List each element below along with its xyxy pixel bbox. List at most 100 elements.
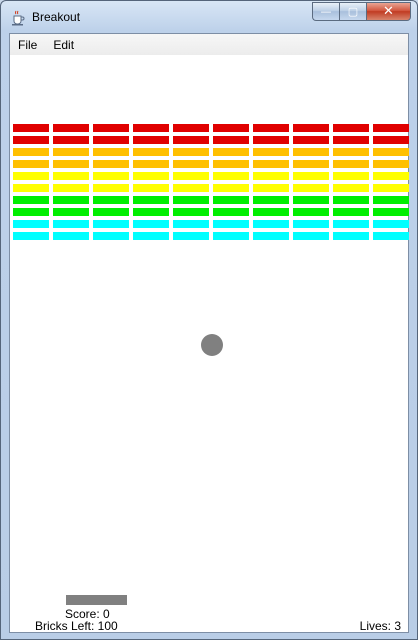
brick [333, 220, 369, 228]
minimize-button[interactable]: — [312, 2, 339, 21]
brick [93, 172, 129, 180]
brick [213, 172, 249, 180]
brick [133, 136, 169, 144]
brick [53, 136, 89, 144]
brick [213, 124, 249, 132]
brick [53, 172, 89, 180]
close-icon: ✕ [383, 4, 394, 19]
brick [293, 184, 329, 192]
brick [53, 148, 89, 156]
maximize-icon: ▢ [347, 5, 359, 18]
brick [253, 208, 289, 216]
brick [93, 220, 129, 228]
brick [93, 124, 129, 132]
brick [13, 148, 49, 156]
brick [293, 208, 329, 216]
brick [333, 172, 369, 180]
brick [93, 208, 129, 216]
brick [133, 196, 169, 204]
brick [333, 160, 369, 168]
brick [13, 220, 49, 228]
brick [53, 232, 89, 240]
brick [173, 196, 209, 204]
brick [13, 184, 49, 192]
menu-bar: File Edit [10, 34, 408, 55]
brick [293, 172, 329, 180]
brick [13, 136, 49, 144]
brick [133, 172, 169, 180]
breakout-window: Breakout — ▢ ✕ File Edit Score: 0 Bricks… [0, 0, 418, 640]
brick [173, 232, 209, 240]
menu-file[interactable]: File [10, 38, 45, 52]
paddle[interactable] [66, 595, 127, 605]
brick [373, 136, 409, 144]
brick [93, 196, 129, 204]
brick [253, 220, 289, 228]
brick [373, 148, 409, 156]
brick [173, 220, 209, 228]
brick [13, 160, 49, 168]
maximize-button[interactable]: ▢ [339, 2, 366, 21]
brick [213, 196, 249, 204]
brick [253, 172, 289, 180]
brick [373, 172, 409, 180]
brick [373, 232, 409, 240]
brick [93, 148, 129, 156]
brick [253, 148, 289, 156]
brick [293, 160, 329, 168]
brick [133, 220, 169, 228]
brick [173, 136, 209, 144]
brick [293, 124, 329, 132]
brick [253, 196, 289, 204]
close-button[interactable]: ✕ [366, 2, 411, 21]
brick [213, 136, 249, 144]
brick [253, 160, 289, 168]
brick [373, 124, 409, 132]
brick [213, 148, 249, 156]
brick [293, 220, 329, 228]
brick [93, 184, 129, 192]
brick [293, 196, 329, 204]
brick [173, 208, 209, 216]
brick [173, 160, 209, 168]
brick [333, 136, 369, 144]
brick [13, 232, 49, 240]
title-bar[interactable]: Breakout — ▢ ✕ [1, 1, 417, 33]
brick [253, 184, 289, 192]
brick [53, 124, 89, 132]
brick [333, 208, 369, 216]
minimize-icon: — [320, 5, 332, 18]
brick [53, 220, 89, 228]
brick [133, 208, 169, 216]
brick [93, 136, 129, 144]
lives-label: Lives: 3 [359, 619, 401, 633]
brick [133, 184, 169, 192]
brick [173, 148, 209, 156]
window-title: Breakout [32, 10, 81, 24]
brick [213, 184, 249, 192]
brick [93, 232, 129, 240]
java-coffee-cup-icon [12, 10, 25, 26]
game-canvas[interactable]: Score: 0 Bricks Left: 100 Lives: 3 [10, 55, 409, 633]
brick [373, 196, 409, 204]
brick [173, 172, 209, 180]
brick [133, 232, 169, 240]
brick [213, 208, 249, 216]
brick [213, 220, 249, 228]
brick [253, 124, 289, 132]
client-area: File Edit Score: 0 Bricks Left: 100 Live… [9, 33, 409, 633]
ball [201, 334, 223, 356]
brick [213, 160, 249, 168]
brick [93, 160, 129, 168]
brick [133, 160, 169, 168]
brick [373, 220, 409, 228]
brick [333, 124, 369, 132]
brick [373, 184, 409, 192]
brick [293, 148, 329, 156]
menu-edit[interactable]: Edit [45, 38, 82, 52]
brick [53, 196, 89, 204]
brick [13, 172, 49, 180]
brick [133, 124, 169, 132]
brick [173, 184, 209, 192]
brick [133, 148, 169, 156]
